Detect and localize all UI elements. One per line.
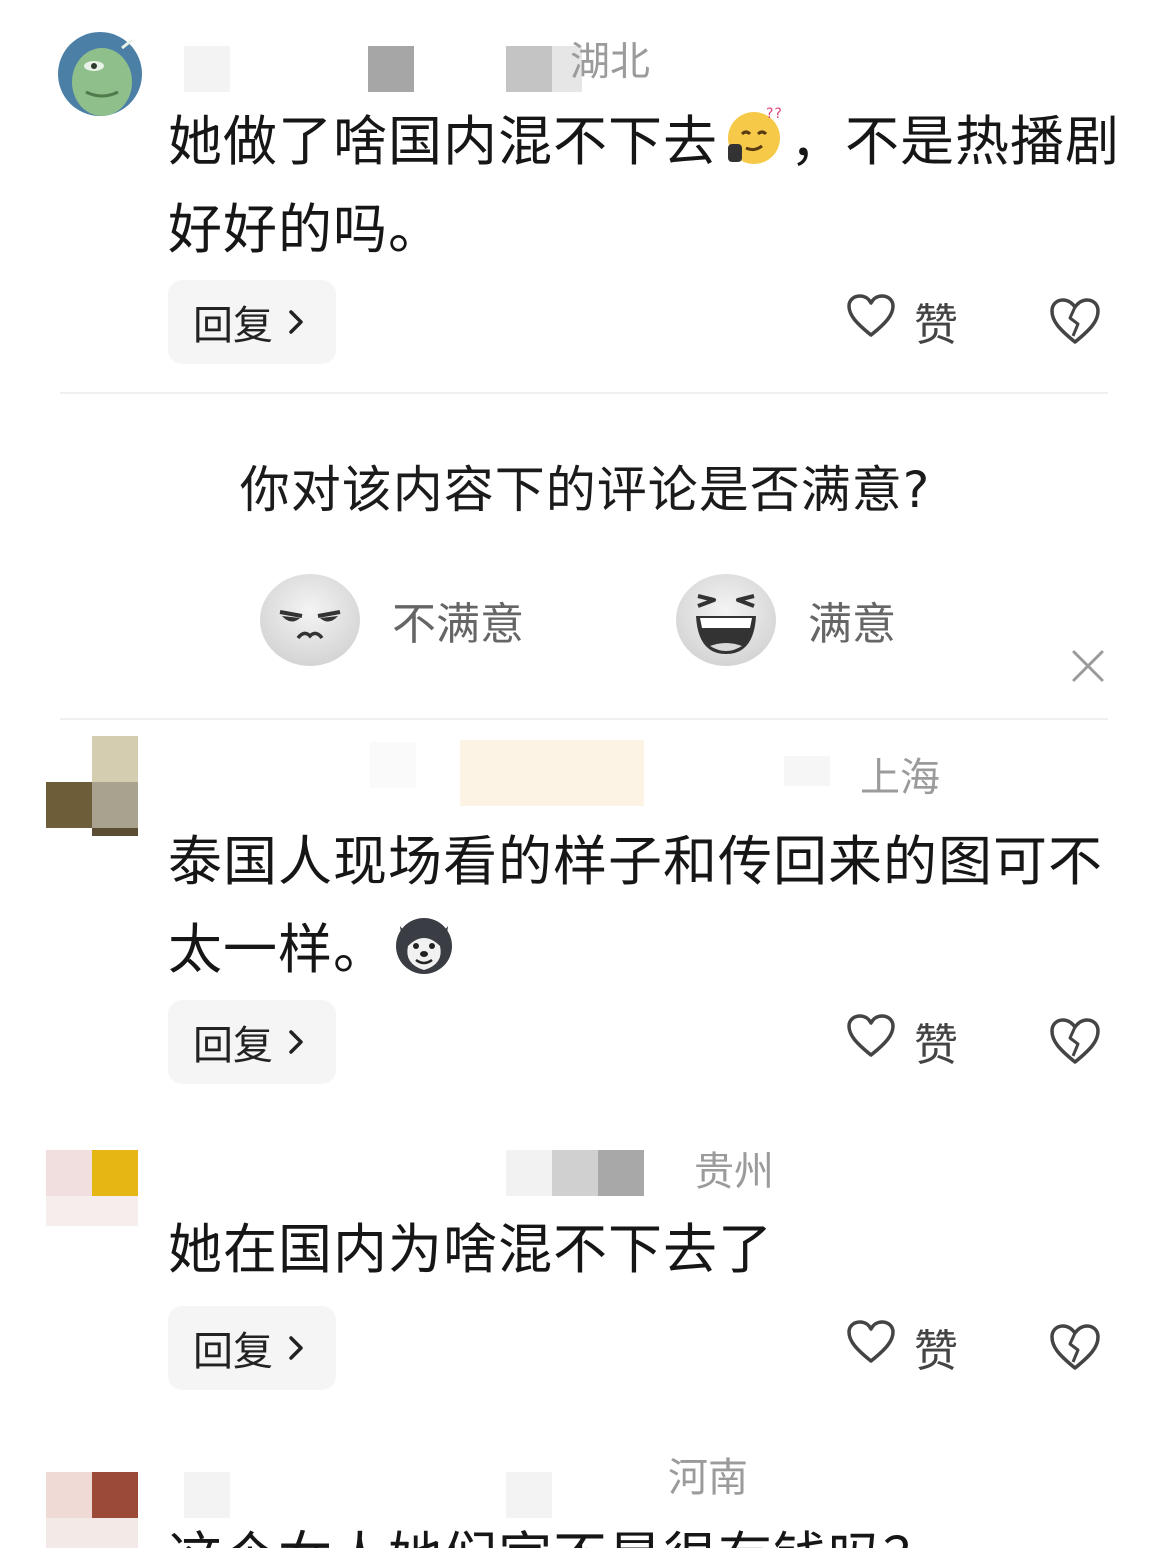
comment-2: 上海 泰国人现场看的样子和传回来的图可不太一样。 回复 赞 bbox=[0, 720, 1170, 1100]
svg-text:??: ?? bbox=[766, 106, 783, 122]
divider bbox=[60, 392, 1108, 394]
heart-icon bbox=[846, 1319, 896, 1376]
region-label: 上海 bbox=[860, 755, 940, 801]
broken-heart-icon[interactable] bbox=[1048, 296, 1102, 350]
avatar[interactable] bbox=[58, 30, 142, 118]
chevron-right-icon bbox=[283, 1328, 311, 1368]
avatar[interactable] bbox=[46, 1150, 140, 1230]
reply-button[interactable]: 回复 bbox=[168, 280, 336, 364]
censored-username bbox=[506, 1472, 552, 1518]
censored-username bbox=[184, 46, 230, 92]
heart-icon bbox=[846, 293, 896, 350]
censored-username bbox=[370, 742, 416, 788]
region-label: 贵州 bbox=[694, 1149, 774, 1195]
comment-1: 湖北 她做了啥国内混不下去 ?? ，不是热播剧好好的吗。 回复 赞 bbox=[0, 0, 1170, 395]
close-icon[interactable] bbox=[1068, 646, 1108, 686]
unsatisfied-face-icon bbox=[258, 572, 362, 668]
comment-text: 这个女人她们家不是很有钱吗？ bbox=[168, 1514, 1128, 1548]
censored-username bbox=[552, 1150, 598, 1196]
censored-username bbox=[460, 740, 644, 806]
broken-heart-icon[interactable] bbox=[1048, 1322, 1102, 1376]
censored-username bbox=[506, 1150, 552, 1196]
censored-username bbox=[506, 46, 552, 92]
comment-3: 贵州 她在国内为啥混不下去了 回复 赞 bbox=[0, 1100, 1170, 1430]
censored-username bbox=[368, 46, 414, 92]
region-label: 河南 bbox=[668, 1455, 748, 1501]
avatar[interactable] bbox=[46, 736, 140, 840]
chevron-right-icon bbox=[283, 302, 311, 342]
survey-option-unsatisfied[interactable]: 不满意 bbox=[258, 572, 524, 668]
censored-username bbox=[598, 1150, 644, 1196]
comment-text: 她在国内为啥混不下去了 bbox=[168, 1218, 773, 1281]
chevron-right-icon bbox=[283, 1022, 311, 1062]
reply-button[interactable]: 回复 bbox=[168, 1000, 336, 1084]
censored-username bbox=[184, 1472, 230, 1518]
thinking-emoji: ?? bbox=[722, 104, 786, 168]
like-button[interactable]: 赞 bbox=[846, 1317, 958, 1377]
broken-heart-icon[interactable] bbox=[1048, 1016, 1102, 1070]
region-label: 湖北 bbox=[570, 39, 650, 85]
censored-username bbox=[784, 756, 830, 786]
like-button[interactable]: 赞 bbox=[846, 291, 958, 351]
husky-dog-emoji bbox=[392, 912, 456, 976]
reply-button[interactable]: 回复 bbox=[168, 1306, 336, 1390]
avatar[interactable] bbox=[46, 1472, 140, 1548]
like-button[interactable]: 赞 bbox=[846, 1011, 958, 1071]
satisfied-face-icon bbox=[674, 572, 778, 668]
comment-text: 她做了啥国内混不下去 ?? ，不是热播剧好好的吗。 bbox=[168, 104, 1120, 261]
survey-option-satisfied[interactable]: 满意 bbox=[674, 572, 896, 668]
comment-4: 河南 这个女人她们家不是很有钱吗？ bbox=[0, 1430, 1170, 1548]
survey-question: 你对该内容下的评论是否满意? bbox=[239, 461, 931, 519]
comment-text: 泰国人现场看的样子和传回来的图可不太一样。 bbox=[168, 830, 1103, 981]
heart-icon bbox=[846, 1013, 896, 1070]
